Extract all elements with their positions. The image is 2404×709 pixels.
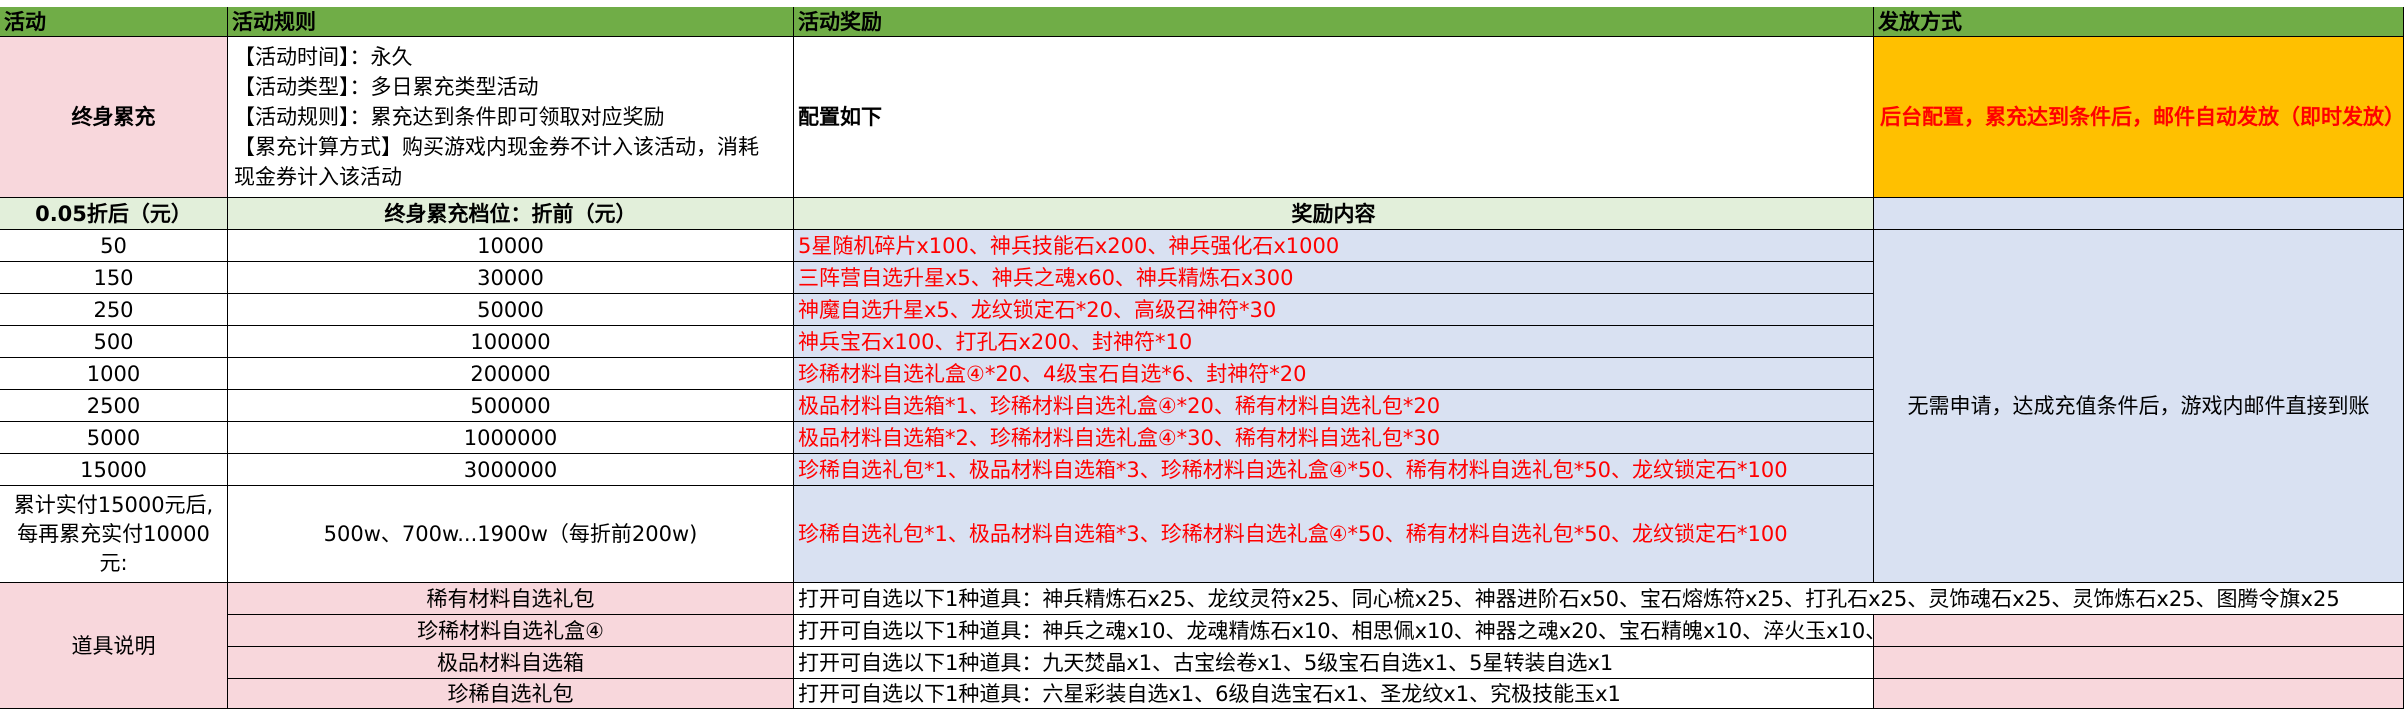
extra-tier-amount[interactable]: 500w、700w...1900w（每折前200w) (228, 486, 794, 583)
activity-name-cell[interactable]: 终身累充 (0, 37, 228, 198)
rule-line: 【活动规则】：累充达到条件即可领取对应奖励 (234, 105, 665, 129)
reward-note: 配置如下 (798, 105, 882, 129)
item-empty[interactable] (1874, 647, 2404, 679)
tier-discount[interactable]: 5000 (0, 422, 228, 454)
discount-header[interactable]: 0.05折后（元） (0, 198, 228, 230)
extra-discount-line: 累计实付15000元后, (13, 492, 214, 517)
tier-content[interactable]: 珍稀材料自选礼盒④*20、4级宝石自选*6、封神符*20 (794, 358, 1874, 390)
item-desc[interactable]: 打开可自选以下1种道具：神兵精炼石x25、龙纹灵符x25、同心梳x25、神器进阶… (794, 583, 2404, 615)
tier-amount[interactable]: 3000000 (228, 454, 794, 486)
extra-discount-line: 每再累充实付10000 (17, 521, 210, 546)
item-desc[interactable]: 打开可自选以下1种道具：六星彩装自选x1、6级自选宝石x1、圣龙纹x1、究极技能… (794, 679, 1874, 709)
item-desc[interactable]: 打开可自选以下1种道具：神兵之魂x10、龙魂精炼石x10、相思佩x10、神器之魂… (794, 615, 1874, 647)
tier-content[interactable]: 5星随机碎片x100、神兵技能石x200、神兵强化石x1000 (794, 230, 1874, 262)
tier-amount[interactable]: 100000 (228, 326, 794, 358)
header-method[interactable]: 发放方式 (1874, 7, 2404, 37)
reward-note-cell[interactable]: 配置如下 (794, 37, 1874, 198)
spreadsheet: 活动 活动规则 活动奖励 发放方式 终身累充 【活动时间】：永久 【活动类型】：… (0, 0, 2404, 709)
tier-discount[interactable]: 500 (0, 326, 228, 358)
item-name[interactable]: 珍稀自选礼包 (228, 679, 794, 709)
tier-content[interactable]: 三阵营自选升星x5、神兵之魂x60、神兵精炼石x300 (794, 262, 1874, 294)
tier-amount[interactable]: 30000 (228, 262, 794, 294)
tier-content[interactable]: 神兵宝石x100、打孔石x200、封神符*10 (794, 326, 1874, 358)
tier-header[interactable]: 终身累充档位：折前（元） (228, 198, 794, 230)
tier-amount[interactable]: 10000 (228, 230, 794, 262)
tier-amount[interactable]: 200000 (228, 358, 794, 390)
tier-content[interactable]: 珍稀自选礼包*1、极品材料自选箱*3、珍稀材料自选礼盒④*50、稀有材料自选礼包… (794, 454, 1874, 486)
tier-method-cell[interactable]: 无需申请，达成充值条件后，游戏内邮件直接到账 (1874, 230, 2404, 583)
header-rules[interactable]: 活动规则 (228, 7, 794, 37)
tier-amount[interactable]: 1000000 (228, 422, 794, 454)
rule-line: 【活动类型】：多日累充类型活动 (234, 75, 539, 99)
activity-rules-cell[interactable]: 【活动时间】：永久 【活动类型】：多日累充类型活动 【活动规则】：累充达到条件即… (228, 37, 794, 198)
tier-content[interactable]: 极品材料自选箱*1、珍稀材料自选礼盒④*20、稀有材料自选礼包*20 (794, 390, 1874, 422)
item-empty[interactable] (1874, 679, 2404, 709)
header-activity[interactable]: 活动 (0, 7, 228, 37)
extra-tier-discount[interactable]: 累计实付15000元后, 每再累充实付10000 元: (0, 486, 228, 583)
method-text: 后台配置，累充达到条件后，邮件自动发放（即时发放） (1880, 105, 2404, 129)
item-empty[interactable] (1874, 615, 2404, 647)
item-desc[interactable]: 打开可自选以下1种道具：九天焚晶x1、古宝绘卷x1、5级宝石自选x1、5星转装自… (794, 647, 1874, 679)
tier-amount[interactable]: 500000 (228, 390, 794, 422)
item-name[interactable]: 珍稀材料自选礼盒④ (228, 615, 794, 647)
tier-discount[interactable]: 150 (0, 262, 228, 294)
rule-line: 现金券计入该活动 (234, 165, 402, 189)
item-name[interactable]: 稀有材料自选礼包 (228, 583, 794, 615)
items-label-cell[interactable]: 道具说明 (0, 583, 228, 709)
activity-name: 终身累充 (71, 105, 156, 129)
tier-content[interactable]: 极品材料自选箱*2、珍稀材料自选礼盒④*30、稀有材料自选礼包*30 (794, 422, 1874, 454)
top-strip (0, 0, 2404, 7)
tier-discount[interactable]: 1000 (0, 358, 228, 390)
tier-discount[interactable]: 2500 (0, 390, 228, 422)
header-reward[interactable]: 活动奖励 (794, 7, 1874, 37)
tier-amount[interactable]: 50000 (228, 294, 794, 326)
tier-discount[interactable]: 250 (0, 294, 228, 326)
items-label: 道具说明 (71, 633, 156, 658)
rule-line: 【累充计算方式】购买游戏内现金券不计入该活动，消耗 (234, 135, 759, 159)
tier-discount[interactable]: 50 (0, 230, 228, 262)
item-name[interactable]: 极品材料自选箱 (228, 647, 794, 679)
tier-discount[interactable]: 15000 (0, 454, 228, 486)
extra-tier-content[interactable]: 珍稀自选礼包*1、极品材料自选箱*3、珍稀材料自选礼盒④*50、稀有材料自选礼包… (794, 486, 1874, 583)
tier-content[interactable]: 神魔自选升星x5、龙纹锁定石*20、高级召神符*30 (794, 294, 1874, 326)
extra-discount-line: 元: (99, 550, 128, 575)
rule-line: 【活动时间】：永久 (234, 45, 413, 69)
method-header-empty[interactable] (1874, 198, 2404, 230)
content-header[interactable]: 奖励内容 (794, 198, 1874, 230)
tier-method-text: 无需申请，达成充值条件后，游戏内邮件直接到账 (1907, 394, 2370, 418)
method-cell[interactable]: 后台配置，累充达到条件后，邮件自动发放（即时发放） (1874, 37, 2404, 198)
